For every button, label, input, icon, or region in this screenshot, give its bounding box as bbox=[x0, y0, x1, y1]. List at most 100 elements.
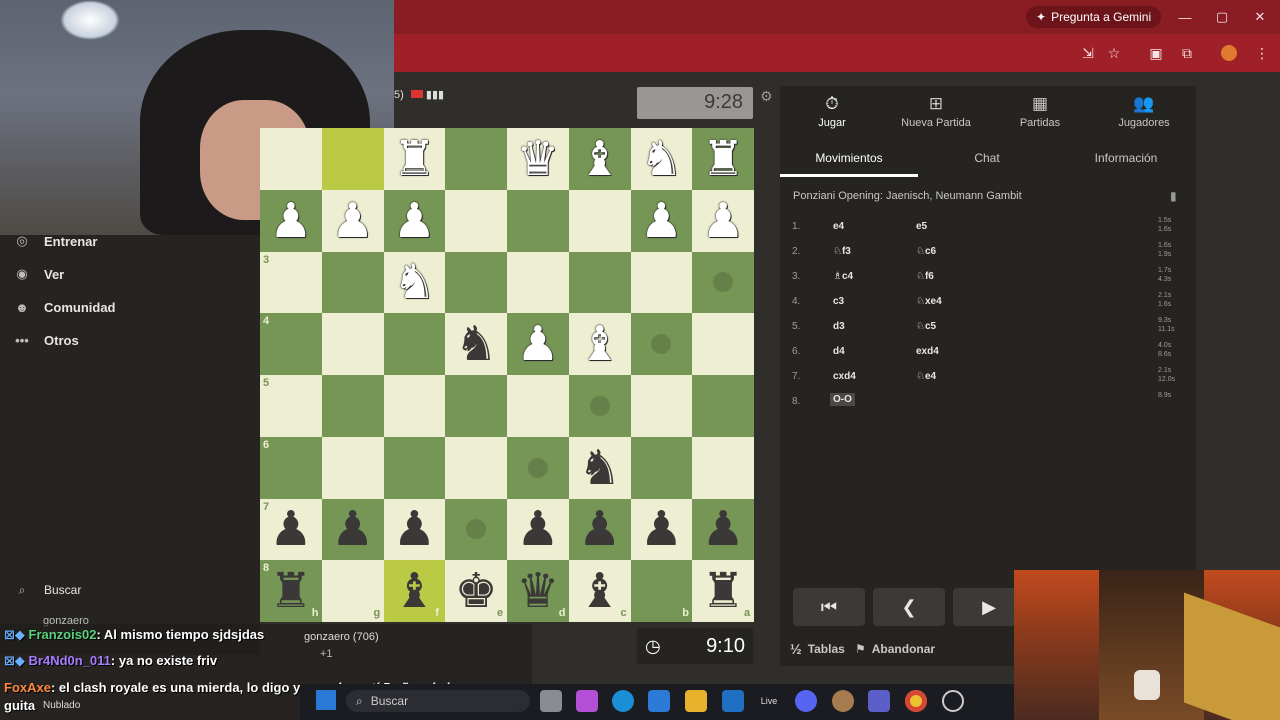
settings-gear-icon[interactable]: ⚙ bbox=[760, 88, 773, 105]
teams-icon[interactable] bbox=[868, 690, 890, 712]
board-square[interactable] bbox=[692, 375, 754, 437]
tab-partidas[interactable]: ▦ Partidas bbox=[988, 86, 1092, 136]
white-bishop-icon[interactable]: ♝ bbox=[569, 313, 631, 375]
board-square[interactable] bbox=[445, 251, 507, 314]
edge-icon[interactable] bbox=[612, 690, 634, 712]
black-pawn-icon[interactable]: ♟ bbox=[631, 499, 693, 561]
board-square[interactable] bbox=[321, 436, 384, 499]
black-pawn-icon[interactable]: ♟ bbox=[569, 499, 631, 561]
minimize-icon[interactable]: — bbox=[1175, 7, 1195, 27]
board-square[interactable] bbox=[260, 251, 322, 314]
move-row[interactable]: 2. ♘f3 ♘c6 1.6s 1.9s bbox=[780, 239, 1196, 264]
board-square[interactable] bbox=[445, 128, 507, 190]
move-row[interactable]: 5. d3 ♘c5 9.3s 11.1s bbox=[780, 314, 1196, 339]
taskview-icon[interactable] bbox=[540, 690, 562, 712]
white-move[interactable]: ♗c4 bbox=[833, 271, 853, 282]
book-icon[interactable]: ▮ bbox=[1170, 189, 1177, 203]
white-move[interactable]: d3 bbox=[833, 321, 845, 332]
taskbar-search[interactable]: ⌕ Buscar bbox=[346, 690, 530, 712]
store-icon[interactable] bbox=[648, 690, 670, 712]
draw-button[interactable]: ½ Tablas bbox=[790, 640, 845, 658]
white-move[interactable]: e4 bbox=[833, 221, 844, 232]
close-icon[interactable]: ✕ bbox=[1250, 7, 1270, 27]
board-square[interactable] bbox=[321, 128, 384, 190]
board-square[interactable] bbox=[321, 375, 384, 437]
board-square[interactable] bbox=[260, 375, 322, 437]
white-move[interactable]: O-O bbox=[830, 393, 855, 406]
extension-icon[interactable]: ▣ bbox=[1146, 44, 1166, 62]
copilot-icon[interactable] bbox=[576, 690, 598, 712]
black-move[interactable]: ♘c6 bbox=[916, 246, 936, 257]
tab-jugar[interactable]: ⏱ Jugar bbox=[780, 86, 884, 136]
app-icon[interactable] bbox=[832, 690, 854, 712]
legal-move-dot[interactable] bbox=[589, 395, 610, 416]
windows-start-icon[interactable] bbox=[316, 690, 336, 710]
maximize-icon[interactable]: ▢ bbox=[1212, 7, 1232, 27]
board-square[interactable] bbox=[383, 436, 446, 499]
move-row[interactable]: 4. c3 ♘xe4 2.1s 1.6s bbox=[780, 289, 1196, 314]
subtab-chat[interactable]: Chat bbox=[918, 142, 1056, 174]
board-square[interactable] bbox=[383, 375, 446, 437]
white-bishop-icon[interactable]: ♝ bbox=[569, 128, 631, 190]
black-pawn-icon[interactable]: ♟ bbox=[260, 499, 322, 561]
star-icon[interactable]: ☆ bbox=[1104, 44, 1124, 62]
board-square[interactable] bbox=[568, 251, 631, 314]
gemini-button[interactable]: ✦ Pregunta a Gemini bbox=[1026, 6, 1162, 28]
subtab-movimientos[interactable]: Movimientos bbox=[780, 142, 918, 174]
board-square[interactable] bbox=[445, 436, 507, 499]
outlook-icon[interactable] bbox=[722, 690, 744, 712]
board-square[interactable] bbox=[260, 128, 322, 190]
board-square[interactable] bbox=[568, 189, 631, 252]
profile-icon[interactable] bbox=[1221, 45, 1237, 61]
move-row[interactable]: 8. O-O 8.9s bbox=[780, 389, 1196, 414]
black-move[interactable]: ♘c5 bbox=[916, 321, 936, 332]
legal-move-dot[interactable] bbox=[527, 457, 548, 478]
black-knight-icon[interactable]: ♞ bbox=[445, 313, 507, 375]
white-pawn-icon[interactable]: ♟ bbox=[692, 190, 754, 252]
black-move[interactable]: ♘e4 bbox=[916, 371, 936, 382]
white-pawn-icon[interactable]: ♟ bbox=[507, 313, 569, 375]
obs-icon[interactable] bbox=[942, 690, 964, 712]
black-knight-icon[interactable]: ♞ bbox=[569, 437, 631, 499]
white-knight-icon[interactable]: ♞ bbox=[631, 128, 693, 190]
nav-comunidad[interactable]: ☻ Comunidad bbox=[12, 295, 115, 319]
white-pawn-icon[interactable]: ♟ bbox=[322, 190, 384, 252]
move-row[interactable]: 7. cxd4 ♘e4 2.1s 12.0s bbox=[780, 364, 1196, 389]
menu-icon[interactable]: ⋮ bbox=[1252, 44, 1272, 62]
nav-otros[interactable]: ••• Otros bbox=[12, 328, 79, 352]
black-pawn-icon[interactable]: ♟ bbox=[322, 499, 384, 561]
subtab-informacion[interactable]: Información bbox=[1056, 142, 1196, 174]
white-move[interactable]: ♘f3 bbox=[833, 246, 851, 257]
board-square[interactable] bbox=[507, 189, 569, 252]
board-square[interactable] bbox=[692, 436, 754, 499]
black-move[interactable]: ♘xe4 bbox=[916, 296, 942, 307]
board-square[interactable] bbox=[507, 251, 569, 314]
white-knight-icon[interactable]: ♞ bbox=[384, 252, 446, 314]
black-move[interactable]: e5 bbox=[916, 221, 927, 232]
white-move[interactable]: c3 bbox=[833, 296, 844, 307]
board-square[interactable] bbox=[630, 251, 693, 314]
black-pawn-icon[interactable]: ♟ bbox=[507, 499, 569, 561]
puzzle-icon[interactable]: ⧉ bbox=[1177, 44, 1197, 62]
board-square[interactable] bbox=[321, 313, 384, 375]
board-square[interactable] bbox=[630, 436, 693, 499]
board-square[interactable] bbox=[507, 375, 569, 437]
board-square[interactable] bbox=[445, 189, 507, 252]
white-pawn-icon[interactable]: ♟ bbox=[384, 190, 446, 252]
board-square[interactable] bbox=[260, 436, 322, 499]
first-move-button[interactable]: ⏮ bbox=[793, 588, 865, 626]
chrome-icon[interactable] bbox=[905, 690, 927, 712]
prev-move-button[interactable]: ❮ bbox=[873, 588, 945, 626]
white-move[interactable]: cxd4 bbox=[833, 371, 856, 382]
white-rook-icon[interactable]: ♜ bbox=[384, 128, 446, 190]
board-square[interactable] bbox=[692, 313, 754, 375]
resign-button[interactable]: ⚑ Abandonar bbox=[855, 640, 935, 658]
board-square[interactable] bbox=[260, 313, 322, 375]
black-move[interactable]: ♘f6 bbox=[916, 271, 934, 282]
black-move[interactable]: exd4 bbox=[916, 346, 939, 357]
nav-search[interactable]: ⌕ Buscar bbox=[12, 578, 82, 602]
move-row[interactable]: 6. d4 exd4 4.0s 8.6s bbox=[780, 339, 1196, 364]
board-square[interactable] bbox=[630, 375, 693, 437]
nav-ver[interactable]: ◉ Ver bbox=[12, 262, 64, 286]
white-rook-icon[interactable]: ♜ bbox=[692, 128, 754, 190]
